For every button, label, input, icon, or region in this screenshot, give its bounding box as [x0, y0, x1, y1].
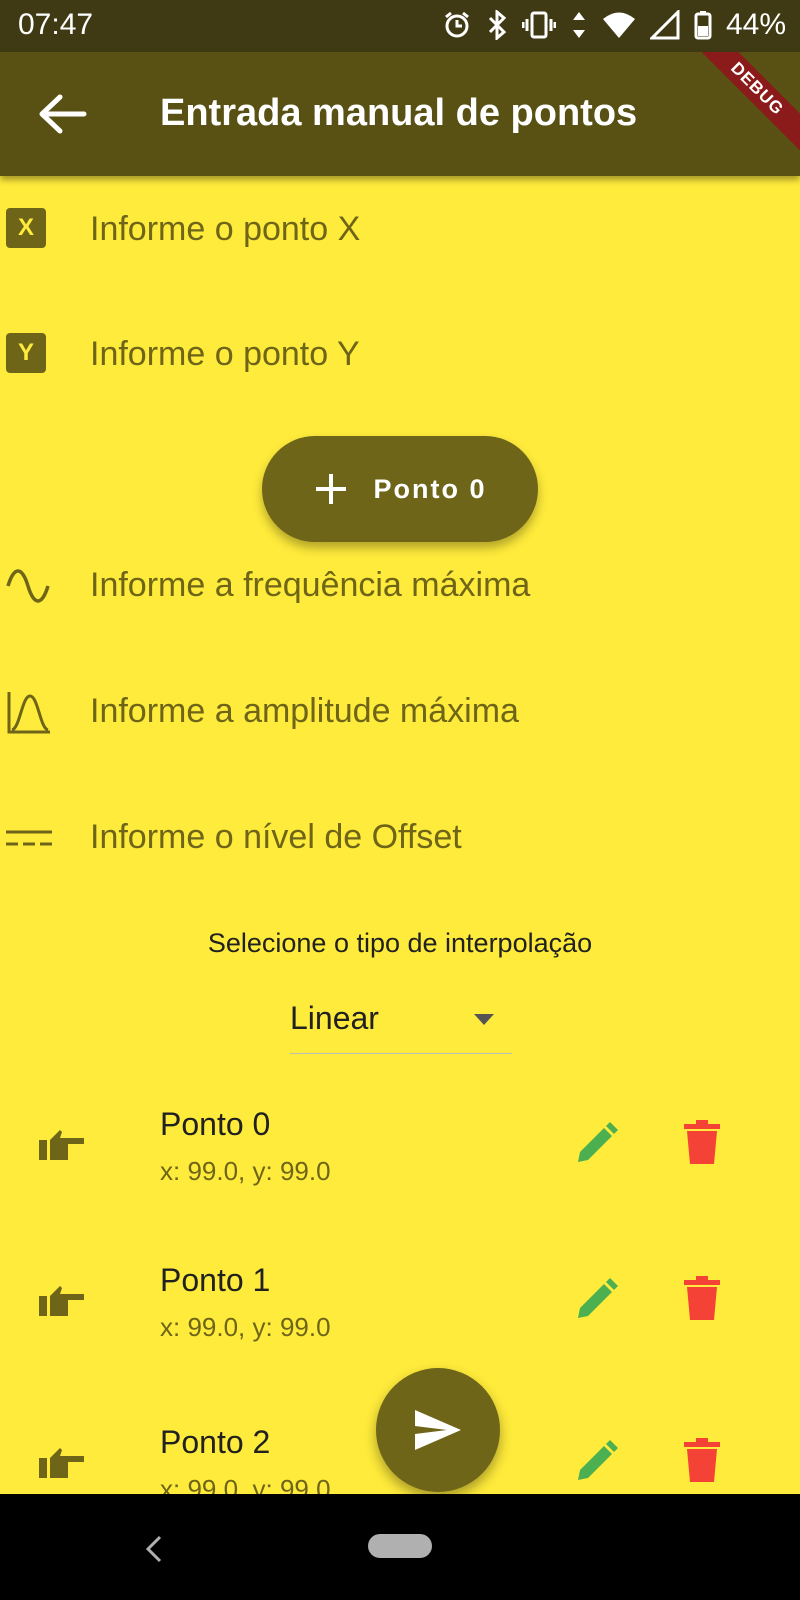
- nav-home-pill[interactable]: [368, 1534, 432, 1558]
- add-point-label: Ponto 0: [373, 473, 487, 504]
- point-title: Ponto 1: [160, 1262, 271, 1298]
- send-icon: [415, 1410, 461, 1450]
- dashed-lines-icon: [6, 816, 52, 858]
- pencil-icon[interactable]: [574, 1278, 618, 1322]
- hand-pointing-icon: [39, 1130, 84, 1160]
- signal-icon: [649, 10, 680, 40]
- hand-pointing-icon: [39, 1286, 84, 1316]
- point-coords: x: 99.0, y: 99.0: [160, 1312, 331, 1342]
- offset-placeholder: Informe o nível de Offset: [90, 818, 462, 856]
- wifi-icon: [602, 12, 635, 38]
- sine-wave-icon: [6, 564, 50, 606]
- x-icon: X: [6, 208, 48, 250]
- alarm-icon: [445, 11, 469, 38]
- system-nav-bar: [0, 1494, 800, 1600]
- vibrate-icon: [521, 11, 556, 39]
- status-bar: 07:47 44%: [0, 0, 800, 52]
- amplitude-placeholder: Informe a amplitude máxima: [90, 692, 519, 730]
- frequency-field[interactable]: Informe a frequência máxima: [0, 546, 800, 626]
- frequency-placeholder: Informe a frequência máxima: [90, 566, 531, 604]
- list-item[interactable]: Ponto 1 x: 99.0, y: 99.0: [0, 1262, 800, 1382]
- pencil-icon[interactable]: [574, 1122, 618, 1166]
- pencil-icon[interactable]: [574, 1440, 618, 1484]
- hand-pointing-icon: [39, 1448, 84, 1478]
- interpolation-dropdown[interactable]: Linear: [290, 990, 512, 1054]
- data-arrows-icon: [572, 12, 585, 38]
- page-title: Entrada manual de pontos: [160, 92, 638, 134]
- offset-field[interactable]: Informe o nível de Offset: [0, 798, 800, 878]
- point-x-field[interactable]: X Informe o ponto X: [0, 190, 800, 270]
- back-button[interactable]: [36, 92, 88, 136]
- plus-icon: [315, 474, 346, 504]
- amplitude-field[interactable]: Informe a amplitude máxima: [0, 672, 800, 752]
- trash-icon[interactable]: [684, 1120, 720, 1164]
- y-icon: Y: [6, 333, 48, 375]
- bell-curve-icon: [6, 690, 50, 734]
- arrow-left-icon: [39, 94, 87, 134]
- list-item[interactable]: Ponto 0 x: 99.0, y: 99.0: [0, 1106, 800, 1226]
- interpolation-selected: Linear: [290, 1000, 379, 1036]
- point-title: Ponto 2: [160, 1424, 271, 1460]
- battery-percent: 44%: [725, 8, 786, 41]
- point-x-placeholder: Informe o ponto X: [90, 210, 361, 248]
- bluetooth-icon: [488, 10, 507, 40]
- status-icons: 44%: [442, 8, 786, 42]
- point-coords: x: 99.0, y: 99.0: [160, 1156, 331, 1186]
- trash-icon[interactable]: [684, 1276, 720, 1320]
- nav-back-icon[interactable]: [144, 1534, 164, 1564]
- point-y-field[interactable]: Y Informe o ponto Y: [0, 315, 800, 395]
- battery-icon: [694, 11, 712, 40]
- status-time: 07:47: [18, 8, 94, 41]
- trash-icon[interactable]: [684, 1438, 720, 1482]
- point-title: Ponto 0: [160, 1106, 271, 1142]
- debug-banner: DEBUG: [687, 52, 800, 159]
- app-bar: Entrada manual de pontos DEBUG: [0, 52, 800, 176]
- point-y-placeholder: Informe o ponto Y: [90, 335, 360, 373]
- add-point-button[interactable]: Ponto 0: [262, 436, 538, 542]
- caret-down-icon: [474, 1014, 494, 1025]
- send-button[interactable]: [376, 1368, 500, 1492]
- interpolation-label: Selecione o tipo de interpolação: [207, 928, 593, 958]
